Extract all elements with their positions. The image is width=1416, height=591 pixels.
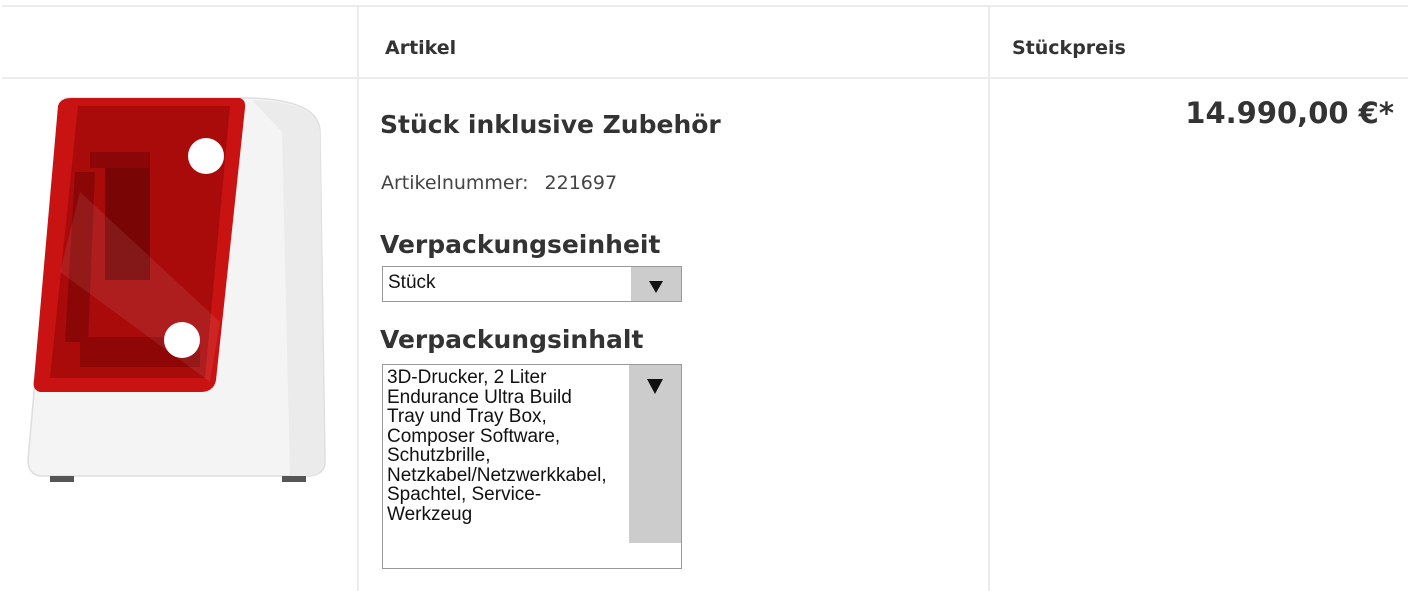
cart-table: Artikel Stückpreis Stück inklusive Zubeh… (0, 0, 1410, 591)
table-header-row: Artikel Stückpreis (2, 5, 1408, 79)
packaging-unit-select[interactable]: Stück (382, 266, 682, 302)
packaging-content-value: 3D-Drucker, 2 Liter Endurance Ultra Buil… (387, 368, 607, 525)
packaging-content-label: Verpackungsinhalt (380, 325, 644, 354)
header-article: Artikel (385, 37, 457, 59)
packaging-unit-label: Verpackungseinheit (380, 230, 661, 259)
packaging-content-dropdown-button[interactable] (629, 365, 681, 543)
header-unit-price: Stückpreis (1012, 37, 1126, 59)
article-number: Artikelnummer: 221697 (381, 172, 617, 194)
packaging-unit-dropdown-button[interactable] (631, 267, 681, 301)
caret-down-icon (647, 379, 663, 394)
product-image[interactable] (20, 92, 340, 487)
product-title[interactable]: Stück inklusive Zubehör (380, 110, 721, 139)
column-divider (357, 5, 359, 591)
caret-down-icon (649, 281, 663, 293)
article-number-label: Artikelnummer: (381, 172, 529, 194)
unit-price: 14.990,00 €* (1185, 96, 1394, 130)
article-number-value: 221697 (544, 172, 618, 194)
packaging-unit-value: Stück (388, 272, 436, 293)
column-divider (988, 5, 990, 591)
packaging-content-select[interactable]: 3D-Drucker, 2 Liter Endurance Ultra Buil… (382, 364, 682, 569)
